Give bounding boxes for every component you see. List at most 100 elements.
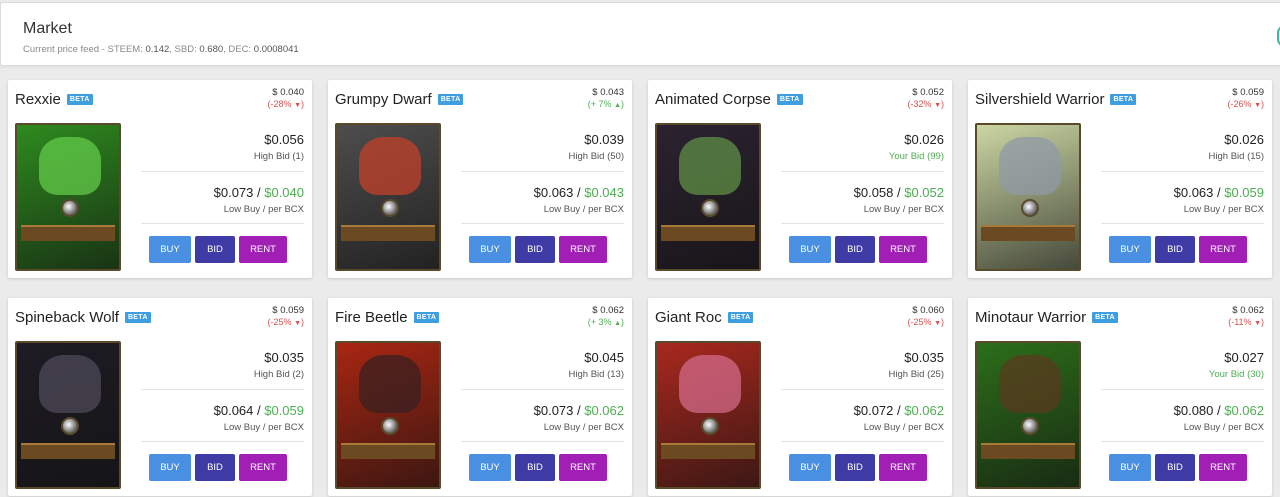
beta-badge: BETA (124, 312, 151, 323)
triangle-up-icon: ▲ (614, 102, 621, 109)
beta-badge: BETA (1092, 312, 1118, 323)
bid-button[interactable]: BID (515, 236, 555, 263)
bid-button[interactable]: BID (835, 454, 875, 481)
level-orb-icon (381, 417, 399, 435)
bid-label: High Bid (1) (253, 151, 304, 162)
divider (461, 441, 624, 442)
divider (141, 389, 304, 390)
market-card-minotaur-warrior[interactable]: Minotaur Warrior BETA $ 0.062 (-11% ▼) $… (968, 298, 1272, 496)
triangle-up-icon: ▲ (614, 320, 621, 327)
beta-badge: BETA (727, 312, 754, 323)
rent-button[interactable]: RENT (1199, 454, 1247, 481)
sbd-price: 0.680 (199, 44, 224, 55)
buy-button[interactable]: BUY (149, 454, 191, 481)
divider (781, 389, 944, 390)
bid-button[interactable]: BID (195, 454, 235, 481)
low-buy-label: Low Buy / per BCX (543, 422, 624, 433)
buy-button[interactable]: BUY (469, 454, 511, 481)
market-card-animated-corpse[interactable]: Animated Corpse BETA $ 0.052 (-32% ▼) $0… (648, 80, 952, 278)
beta-badge: BETA (1110, 94, 1137, 105)
divider (461, 389, 624, 390)
buy-button[interactable]: BUY (149, 236, 191, 263)
card-art[interactable] (335, 123, 441, 271)
bid-button[interactable]: BID (515, 454, 555, 481)
creature-art (679, 137, 741, 195)
market-card-fire-beetle[interactable]: Fire Beetle BETA $ 0.062 (+ 3% ▲) $0.045… (328, 298, 632, 496)
page-title: Market (23, 20, 72, 37)
triangle-down-icon: ▼ (1254, 320, 1261, 327)
bid-button[interactable]: BID (835, 236, 875, 263)
market-card-spineback-wolf[interactable]: Spineback Wolf BETA $ 0.059 (-25% ▼) $0.… (8, 298, 312, 496)
low-buy-price: $0.058 / $0.052 (853, 185, 944, 200)
price-change: (-25% ▼) (267, 317, 304, 327)
card-art[interactable] (975, 341, 1081, 489)
divider (1101, 171, 1264, 172)
level-orb-icon (61, 417, 79, 435)
price-change: (-32% ▼) (907, 99, 944, 109)
card-art[interactable] (15, 123, 121, 271)
rent-button[interactable]: RENT (879, 454, 927, 481)
rent-button[interactable]: RENT (879, 236, 927, 263)
low-buy-label: Low Buy / per BCX (863, 204, 944, 215)
name-plate (341, 443, 435, 459)
market-card-grumpy-dwarf[interactable]: Grumpy Dwarf BETA $ 0.043 (+ 7% ▲) $0.03… (328, 80, 632, 278)
name-plate (21, 443, 115, 459)
card-grid: Rexxie BETA $ 0.040 (-28% ▼) $0.056 High… (8, 80, 1272, 496)
card-price: $ 0.059 (-26% ▼) (1227, 87, 1264, 109)
low-buy-label: Low Buy / per BCX (543, 204, 624, 215)
rent-button[interactable]: RENT (239, 236, 287, 263)
divider (781, 441, 944, 442)
creature-art (999, 137, 1061, 195)
market-card-silvershield-warrior[interactable]: Silvershield Warrior BETA $ 0.059 (-26% … (968, 80, 1272, 278)
market-card-rexxie[interactable]: Rexxie BETA $ 0.040 (-28% ▼) $0.056 High… (8, 80, 312, 278)
card-art[interactable] (15, 341, 121, 489)
buy-button[interactable]: BUY (1109, 454, 1151, 481)
price-change: (+ 7% ▲) (587, 99, 624, 109)
market-header: Market Current price feed - STEEM: 0.142… (0, 2, 1280, 66)
bid-button[interactable]: BID (1155, 454, 1195, 481)
rent-button[interactable]: RENT (1199, 236, 1247, 263)
name-plate (21, 225, 115, 241)
price-change: (+ 3% ▲) (587, 317, 624, 327)
low-buy-price: $0.073 / $0.040 (213, 185, 304, 200)
card-art[interactable] (975, 123, 1081, 271)
rent-button[interactable]: RENT (559, 236, 607, 263)
buy-button[interactable]: BUY (1109, 236, 1151, 263)
divider (461, 171, 624, 172)
level-orb-icon (1021, 199, 1039, 217)
divider (141, 223, 304, 224)
creature-art (999, 355, 1061, 413)
bid-label: High Bid (50) (568, 151, 624, 162)
bid-label: High Bid (15) (1208, 151, 1264, 162)
beta-badge: BETA (413, 312, 440, 323)
low-buy-price: $0.072 / $0.062 (853, 403, 944, 418)
rent-button[interactable]: RENT (559, 454, 607, 481)
bid-button[interactable]: BID (195, 236, 235, 263)
card-name: Fire Beetle (335, 309, 408, 326)
creature-art (359, 355, 421, 413)
low-buy-label: Low Buy / per BCX (223, 422, 304, 433)
bid-amount: $0.035 (264, 350, 304, 365)
card-name: Spineback Wolf (15, 309, 119, 326)
price-change: (-28% ▼) (267, 99, 304, 109)
rent-button[interactable]: RENT (239, 454, 287, 481)
card-art[interactable] (655, 341, 761, 489)
triangle-down-icon: ▼ (294, 320, 301, 327)
bid-button[interactable]: BID (1155, 236, 1195, 263)
creature-art (679, 355, 741, 413)
buy-button[interactable]: BUY (469, 236, 511, 263)
card-art[interactable] (655, 123, 761, 271)
buy-button[interactable]: BUY (789, 454, 831, 481)
card-name: Rexxie (15, 91, 61, 108)
price-change: (-25% ▼) (907, 317, 944, 327)
card-art[interactable] (335, 341, 441, 489)
level-orb-icon (61, 199, 79, 217)
dec-price: 0.0008041 (253, 44, 299, 55)
card-price: $ 0.040 (-28% ▼) (267, 87, 304, 109)
buy-button[interactable]: BUY (789, 236, 831, 263)
low-buy-price: $0.080 / $0.062 (1173, 403, 1264, 418)
market-card-giant-roc[interactable]: Giant Roc BETA $ 0.060 (-25% ▼) $0.035 H… (648, 298, 952, 496)
low-buy-price: $0.073 / $0.062 (533, 403, 624, 418)
card-price: $ 0.059 (-25% ▼) (267, 305, 304, 327)
level-orb-icon (701, 417, 719, 435)
